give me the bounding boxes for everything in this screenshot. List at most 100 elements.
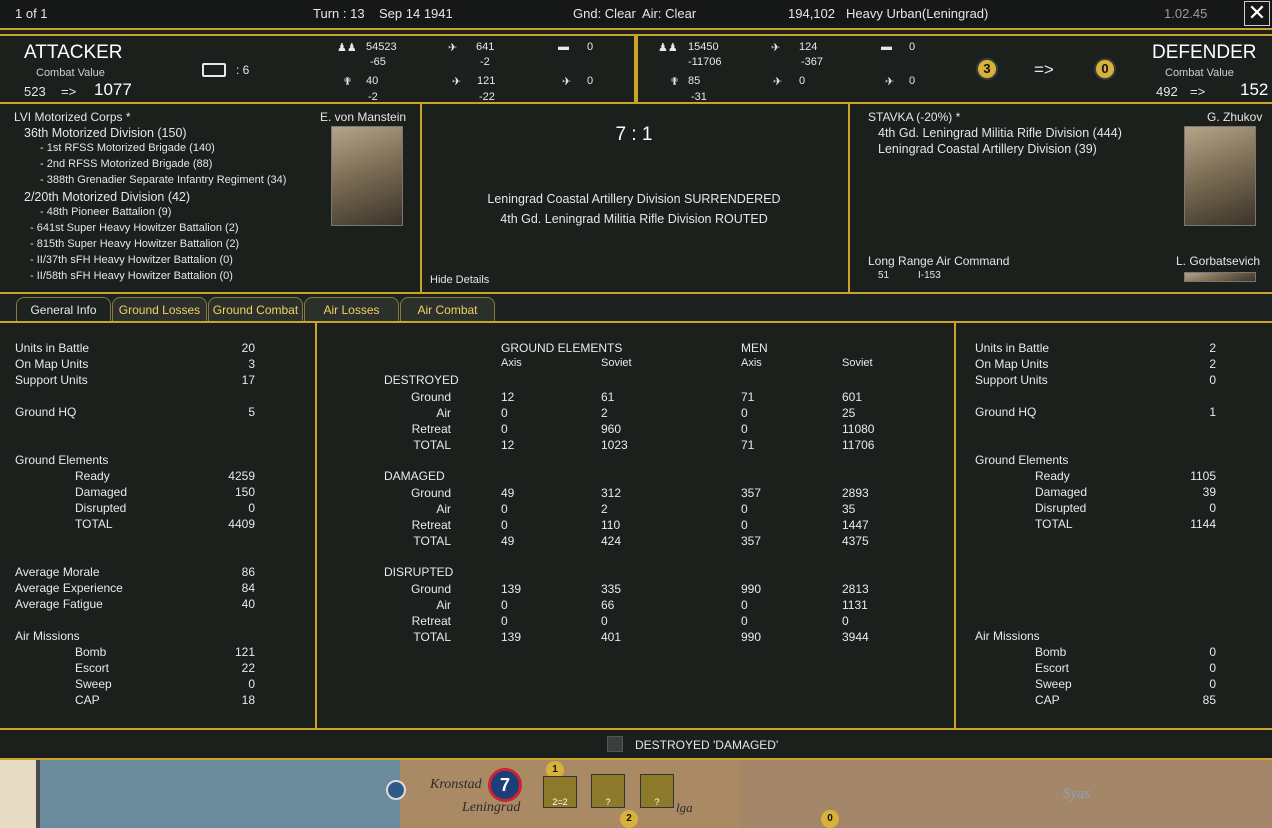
tab-general-info[interactable]: General Info	[16, 297, 111, 321]
map-strip[interactable]: Kronstad Leningrad 7 1 2=2 ? ? lga 2 0 S…	[0, 758, 1272, 828]
tab-ground-losses[interactable]: Ground Losses	[112, 297, 207, 321]
fighter-icon: ✈	[448, 42, 458, 54]
loss-cell: 12	[501, 438, 515, 452]
tab-air-combat[interactable]: Air Combat	[400, 297, 495, 321]
attacker-corps: LVI Motorized Corps *	[14, 110, 131, 124]
stat-section-title: Ground Elements	[975, 453, 1069, 467]
unit-counter-soviet[interactable]: 7	[488, 768, 522, 802]
hq-count: : 6	[236, 63, 250, 77]
unit-row[interactable]: - 815th Super Heavy Howitzer Battalion (…	[30, 238, 239, 250]
unit-row[interactable]: 4th Gd. Leningrad Militia Rifle Division…	[878, 126, 1122, 140]
stat-label: Ready	[75, 469, 110, 483]
recon-plane-icon: ✈	[562, 76, 572, 88]
defender-cv-arrow: =>	[1190, 84, 1206, 99]
stat-label: Disrupted	[75, 501, 127, 515]
stack-count-badge: 0	[821, 810, 839, 828]
gorbatsevich-portrait[interactable]	[1184, 272, 1256, 282]
map-label-kronstadt: Kronstad	[430, 777, 482, 792]
unit-row[interactable]: 36th Motorized Division (150)	[24, 126, 187, 140]
attacker-guns-loss: -2	[368, 91, 378, 103]
unit-counter-german[interactable]: ?	[640, 774, 674, 808]
loss-row-label: Air	[436, 598, 451, 612]
loss-cell: 61	[601, 390, 615, 404]
unit-row[interactable]: - 1st RFSS Motorized Brigade (140)	[40, 142, 215, 154]
loss-row-label: Air	[436, 502, 451, 516]
unit-row[interactable]: - II/37th sFH Heavy Howitzer Battalion (…	[30, 254, 233, 266]
loss-cell: 0	[501, 598, 508, 612]
attacker-cv-arrow: =>	[61, 84, 77, 99]
loss-cell: 601	[842, 390, 863, 404]
loss-cell: 357	[741, 486, 762, 500]
loss-cell: 0	[501, 502, 508, 516]
defender-cv-label: Combat Value	[1165, 67, 1234, 79]
loss-cell: 139	[501, 630, 522, 644]
unit-row[interactable]: Leningrad Coastal Artillery Division (39…	[878, 142, 1097, 156]
loss-row-label: Air	[436, 406, 451, 420]
attacker-cv-label: Combat Value	[36, 67, 105, 79]
defender-stats-panel: Units in Battle 2 On Map Units 2 Support…	[956, 323, 1272, 728]
tab-air-losses[interactable]: Air Losses	[304, 297, 399, 321]
col-soviet-ge: Soviet	[601, 357, 632, 369]
air-unit-number[interactable]: 51	[878, 270, 889, 281]
combat-result-panel: 7 : 1 Leningrad Coastal Artillery Divisi…	[422, 104, 850, 294]
tank-icon: ▬	[558, 41, 569, 53]
attacker-bombers: 121	[477, 75, 496, 87]
stat-label: Sweep	[75, 677, 112, 691]
unit-row[interactable]: - 641st Super Heavy Howitzer Battalion (…	[30, 222, 238, 234]
naval-base-icon[interactable]	[386, 780, 406, 800]
attacker-fighters: 641	[476, 41, 495, 53]
stat-label: Support Units	[975, 373, 1048, 387]
attacker-cv-from: 523	[24, 84, 46, 99]
stat-value: 5	[248, 405, 255, 419]
unit-row[interactable]: - 388th Grenadier Separate Infantry Regi…	[40, 174, 286, 186]
loss-cell: 11706	[842, 438, 875, 452]
hide-details-link[interactable]: Hide Details	[430, 274, 489, 286]
stat-label: Bomb	[1035, 645, 1067, 659]
loss-cell: 335	[601, 582, 622, 596]
stat-label: Average Experience	[15, 581, 123, 595]
loss-cell: 0	[842, 614, 849, 628]
stat-value: 85	[1202, 693, 1216, 707]
unit-row[interactable]: 2/20th Motorized Division (42)	[24, 190, 190, 204]
attacker-bombers-loss: -22	[479, 91, 495, 103]
unit-row[interactable]: - 2nd RFSS Motorized Brigade (88)	[40, 158, 212, 170]
stat-label: Disrupted	[1035, 501, 1087, 515]
ground-condition: Gnd: Clear	[573, 6, 636, 21]
loss-cell: 401	[601, 630, 622, 644]
unit-counter-german[interactable]: ?	[591, 774, 625, 808]
close-button[interactable]: ✕	[1244, 1, 1270, 26]
tab-ground-combat[interactable]: Ground Combat	[208, 297, 303, 321]
loss-cell: 0	[501, 422, 508, 436]
unit-row[interactable]: - II/58th sFH Heavy Howitzer Battalion (…	[30, 270, 233, 282]
odds-ratio: 7 : 1	[615, 124, 653, 145]
loss-row-label: Retreat	[411, 518, 451, 532]
manstein-portrait[interactable]	[331, 126, 403, 226]
destroyed-damaged-checkbox[interactable]	[607, 736, 623, 752]
defender-fighters: 124	[799, 41, 818, 53]
stat-value: 150	[234, 485, 255, 499]
map-label-lga: lga	[676, 800, 693, 815]
stat-section-title: Air Missions	[975, 629, 1040, 643]
air-condition: Air: Clear	[642, 6, 697, 21]
attacker-cv-to: 1077	[94, 80, 132, 99]
loss-group-title: DAMAGED	[384, 469, 445, 483]
unit-counter-german[interactable]: 2=2	[543, 776, 577, 808]
loss-row-label: Ground	[410, 582, 451, 596]
stat-label: Units in Battle	[975, 341, 1050, 355]
air-unit-type[interactable]: I-153	[918, 270, 941, 281]
stat-value: 4409	[228, 517, 255, 531]
stat-value: 0	[248, 677, 255, 691]
men-icon: ♟♟	[337, 42, 357, 54]
attacker-units-panel: LVI Motorized Corps * E. von Manstein 36…	[0, 104, 422, 294]
bomber-icon: ✈	[773, 76, 783, 88]
loss-cell: 312	[601, 486, 622, 500]
stat-label: CAP	[75, 693, 100, 707]
stat-value: 86	[241, 565, 255, 579]
zhukov-portrait[interactable]	[1184, 126, 1256, 226]
loss-cell: 35	[842, 502, 856, 516]
defender-leader: G. Zhukov	[1207, 110, 1263, 124]
defender-summary-panel: ♟♟ 15450 -11706 ✟ 85 -31 ✈ 124 -367 ✈ 0 …	[636, 34, 1272, 104]
loss-cell: 0	[741, 406, 748, 420]
defender-men: 15450	[688, 41, 719, 53]
unit-row[interactable]: - 48th Pioneer Battalion (9)	[40, 206, 171, 218]
